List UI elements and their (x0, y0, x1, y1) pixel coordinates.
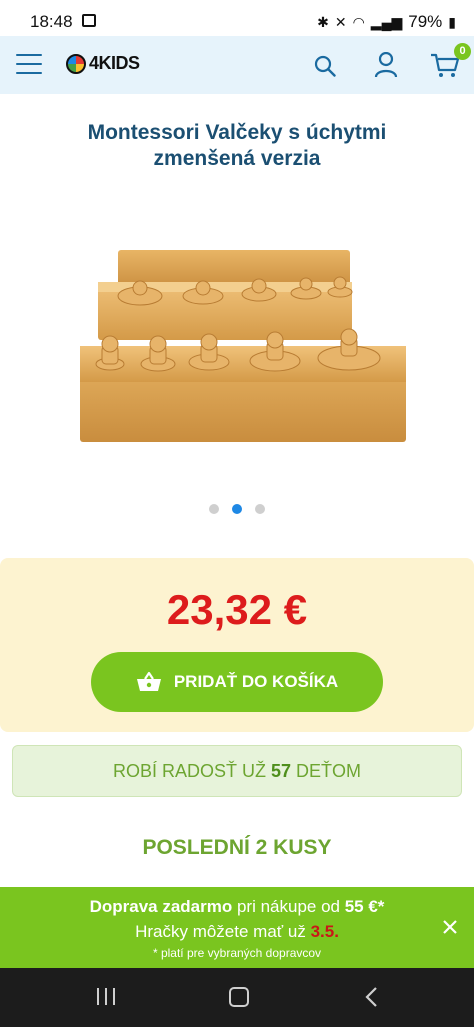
bluetooth-icon: ✱ (317, 13, 329, 30)
carousel-dot-active[interactable] (232, 504, 242, 514)
carousel-dot[interactable] (209, 504, 219, 514)
add-to-cart-button[interactable]: PRIDAŤ DO KOŠÍKA (91, 652, 383, 712)
system-nav-bar (0, 968, 474, 1027)
product-title-line2: zmenšená verzia (153, 147, 321, 170)
carousel-dot[interactable] (255, 504, 265, 514)
cart-count-badge: 0 (454, 43, 471, 60)
price-panel: 23,32 € PRIDAŤ DO KOŠÍKA (0, 558, 474, 732)
home-icon[interactable] (229, 987, 249, 1007)
back-icon[interactable] (364, 986, 378, 1008)
battery-level: 79% (408, 12, 443, 31)
social-proof-banner: ROBÍ RADOSŤ UŽ 57 DEŤOM (12, 745, 462, 797)
recent-apps-icon[interactable] (97, 988, 115, 1005)
carousel-dots (0, 504, 474, 514)
promo-delivery-date: 3.5. (310, 922, 339, 941)
add-to-cart-label: PRIDAŤ DO KOŠÍKA (173, 672, 339, 691)
status-icons: ✱ ✕ ◠ ▂▄▆ 79% ▮ (317, 12, 456, 32)
search-icon[interactable] (314, 55, 336, 77)
menu-icon[interactable] (16, 54, 42, 74)
promo-threshold: 55 €* (344, 897, 385, 916)
user-account-icon[interactable] (374, 52, 398, 78)
promo-line1-text: pri nákupe od (232, 897, 345, 916)
mute-icon: ✕ (334, 13, 347, 30)
stock-status: POSLEDNÍ 2 KUSY (142, 836, 332, 859)
promo-line1: Doprava zadarmo pri nákupe od 55 €* (0, 897, 474, 917)
status-time: 18:48 (30, 12, 73, 31)
signal-icon: ▂▄▆ (370, 13, 403, 30)
basket-icon (136, 671, 161, 691)
product-title-line1: Montessori Valčeky s úchytmi (87, 121, 387, 144)
promo-free-shipping: Doprava zadarmo (89, 897, 233, 916)
social-proof-text-before: ROBÍ RADOSŤ UŽ (112, 761, 271, 781)
product-price: 23,32 € (166, 586, 308, 633)
gallery-notification-icon (82, 14, 96, 27)
battery-icon: ▮ (448, 13, 456, 30)
promo-footnote: * platí pre vybraných dopravcov (152, 946, 322, 960)
wifi-icon: ◠ (352, 13, 365, 30)
logo-ball-icon (66, 53, 86, 74)
shipping-promo-bar: Doprava zadarmo pri nákupe od 55 €* Hrač… (0, 887, 474, 968)
product-title: Montessori Valčeky s úchytmi zmenšená ve… (20, 120, 454, 172)
social-proof-count: 57 (270, 761, 292, 781)
social-proof-text-after: DEŤOM (291, 761, 362, 781)
product-image[interactable] (76, 236, 410, 450)
logo-text: 4KIDS (89, 53, 140, 73)
promo-line2: Hračky môžete mať už 3.5. (0, 922, 474, 942)
site-logo[interactable]: 4KIDS (66, 53, 140, 74)
promo-line2-text: Hračky môžete mať už (135, 922, 311, 941)
app-header: 4KIDS (0, 36, 474, 94)
close-icon[interactable] (440, 917, 460, 937)
